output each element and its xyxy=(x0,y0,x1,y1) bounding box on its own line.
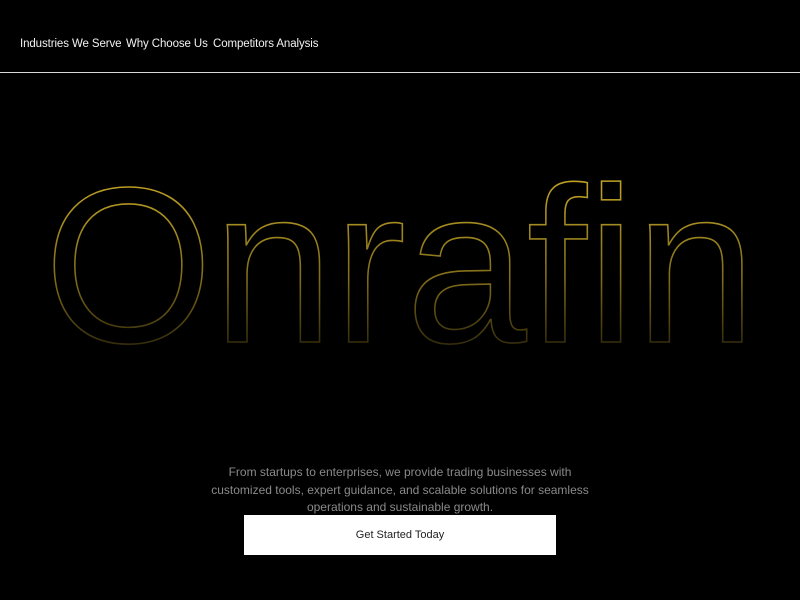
hero-tagline: From startups to enterprises, we provide… xyxy=(211,465,589,514)
nav-link-industries-we-serve[interactable]: Industries We Serve xyxy=(20,38,122,50)
landing-page: s Industries We Serve Why Choose Us Comp… xyxy=(0,0,800,600)
brand-wordmark-text: Onrafin xyxy=(44,150,756,370)
get-started-button[interactable]: Get Started Today xyxy=(244,515,556,555)
nav-link-why-choose-us[interactable]: Why Choose Us xyxy=(126,38,208,50)
top-navigation: s Industries We Serve Why Choose Us Comp… xyxy=(0,0,800,73)
brand-wordmark: Onrafin xyxy=(0,150,800,370)
nav-link-competitors-analysis[interactable]: Competitors Analysis xyxy=(213,38,318,50)
